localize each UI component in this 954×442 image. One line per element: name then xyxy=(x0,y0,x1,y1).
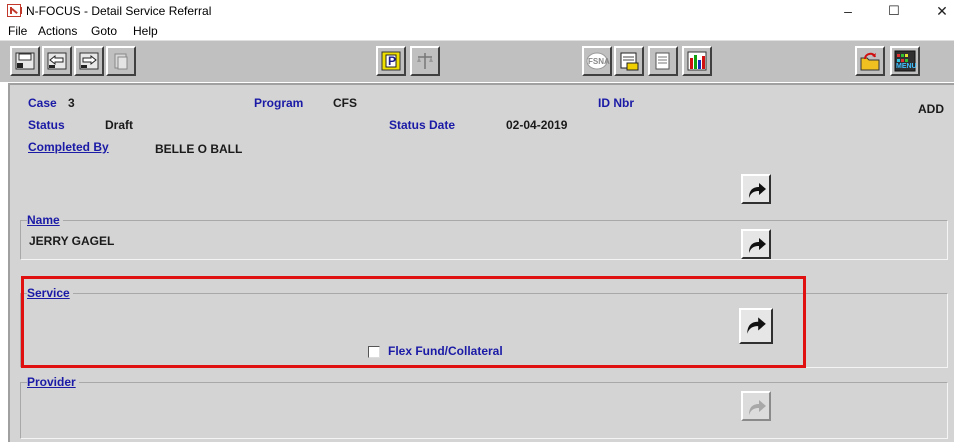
name-value: JERRY GAGEL xyxy=(29,234,115,248)
save-exit-icon xyxy=(15,52,35,70)
scale-button[interactable] xyxy=(410,46,440,76)
title-bar: N-FOCUS - Detail Service Referral – ☐ ✕ xyxy=(0,0,954,22)
menu-label: MENU xyxy=(896,63,917,70)
bar-chart-icon xyxy=(687,51,707,71)
case-value: 3 xyxy=(68,96,75,110)
arrow-right-icon xyxy=(749,400,766,415)
completed-by-value: BELLE O BALL xyxy=(155,142,243,156)
p-label: P xyxy=(388,54,397,68)
previous-button[interactable] xyxy=(42,46,72,76)
minimize-button[interactable]: – xyxy=(833,0,863,22)
program-label: Program xyxy=(254,96,304,110)
menu-help[interactable]: Help xyxy=(133,24,158,38)
toolbar: P FSNA MENU xyxy=(0,40,954,82)
completed-by-detail-button[interactable] xyxy=(741,174,771,204)
mode-indicator: ADD xyxy=(918,102,944,116)
notes-icon xyxy=(655,52,670,70)
menu-button[interactable]: MENU xyxy=(890,46,920,76)
next-icon xyxy=(79,52,99,70)
fsna-label: FSNA xyxy=(588,57,610,66)
provider-group: Provider xyxy=(20,375,948,439)
status-date-label: Status Date xyxy=(389,118,456,132)
arrow-right-icon xyxy=(749,238,766,253)
notes-button[interactable] xyxy=(648,46,678,76)
arrow-right-icon xyxy=(749,183,766,198)
report-icon xyxy=(620,52,639,71)
bar-chart-button[interactable] xyxy=(682,46,712,76)
id-nbr-label: ID Nbr xyxy=(598,96,634,110)
menu-goto[interactable]: Goto xyxy=(91,24,117,38)
report-button[interactable] xyxy=(614,46,644,76)
previous-icon xyxy=(47,52,67,70)
name-detail-button[interactable] xyxy=(741,229,771,259)
nfocus-app-icon xyxy=(7,4,22,17)
status-value: Draft xyxy=(105,118,134,132)
name-link[interactable]: Name xyxy=(27,213,63,227)
status-label: Status xyxy=(28,118,65,132)
name-group: Name JERRY GAGEL xyxy=(20,213,948,260)
copy-icon xyxy=(114,53,128,70)
service-highlight-box xyxy=(21,276,806,368)
close-button[interactable]: ✕ xyxy=(930,0,954,22)
provider-link[interactable]: Provider xyxy=(27,375,79,389)
service-referral-form: Case 3 Program CFS ID Nbr ADD Status Dra… xyxy=(8,83,954,442)
menu-bar: File Actions Goto Help xyxy=(0,22,954,40)
next-button[interactable] xyxy=(74,46,104,76)
fsna-button[interactable]: FSNA xyxy=(582,46,612,76)
maximize-button[interactable]: ☐ xyxy=(879,0,909,22)
completed-by-link[interactable]: Completed By xyxy=(28,140,109,154)
case-label: Case xyxy=(28,96,57,110)
copy-button[interactable] xyxy=(106,46,136,76)
status-date-value: 02-04-2019 xyxy=(506,118,568,132)
save-exit-button[interactable] xyxy=(10,46,40,76)
folder-return-button[interactable] xyxy=(855,46,885,76)
provider-detail-button[interactable] xyxy=(741,391,771,421)
p-button[interactable]: P xyxy=(376,46,406,76)
folder-return-icon xyxy=(860,52,880,71)
menu-file[interactable]: File xyxy=(8,24,27,38)
window-title: N-FOCUS - Detail Service Referral xyxy=(26,4,212,18)
menu-actions[interactable]: Actions xyxy=(38,24,77,38)
scale-icon xyxy=(417,53,433,69)
program-value: CFS xyxy=(333,96,357,110)
